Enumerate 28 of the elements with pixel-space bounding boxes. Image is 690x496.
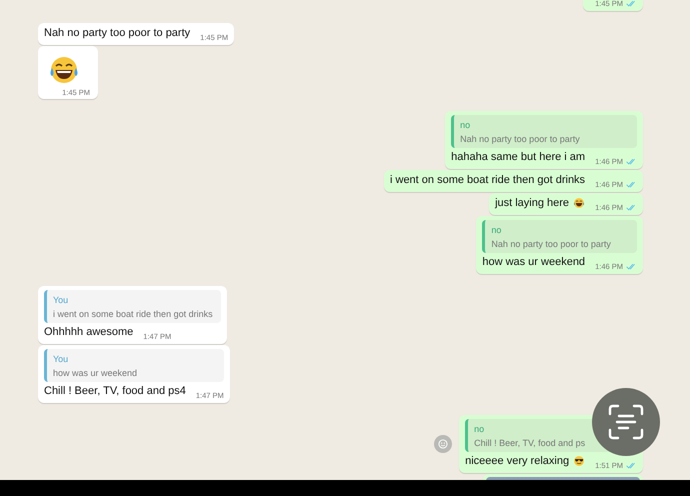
message-text: Chill ! Beer, TV, food and ps4 bbox=[44, 385, 186, 399]
quote-text: how was ur weekend bbox=[53, 368, 138, 378]
quote-text: Nah no party too poor to party bbox=[491, 239, 612, 249]
quote-author: You bbox=[53, 354, 70, 364]
message-text: hahaha same but here i am bbox=[451, 151, 586, 165]
message-text: i went on some boat ride then got drinks bbox=[390, 174, 586, 188]
message-text: just laying here bbox=[495, 197, 570, 211]
message-text: how was ur weekend bbox=[482, 256, 586, 270]
quoted-message[interactable]: no Nah no party too poor to party bbox=[451, 115, 637, 148]
quoted-message[interactable]: You how was ur weekend bbox=[44, 349, 224, 382]
smiley-icon bbox=[438, 439, 448, 449]
laughing-face-icon bbox=[48, 54, 80, 86]
laughing-face-icon bbox=[573, 197, 586, 209]
message-text: niceeee very relaxing bbox=[465, 455, 570, 469]
quote-text: i went on some boat ride then got drinks bbox=[53, 309, 213, 319]
message-text: Ohhhhh awesome bbox=[44, 326, 134, 340]
quoted-message[interactable]: You i went on some boat ride then got drinks bbox=[44, 290, 221, 323]
sunglasses-face-icon bbox=[573, 455, 586, 467]
quote-author: no bbox=[474, 424, 486, 434]
quote-text: Chill ! Beer, TV, food and ps bbox=[474, 438, 586, 448]
quote-author: no bbox=[460, 120, 472, 130]
quote-author: no bbox=[491, 225, 502, 235]
quote-author: You bbox=[53, 295, 70, 305]
message-text: Nah no party too poor to party bbox=[44, 27, 190, 41]
quote-text: Nah no party too poor to party bbox=[460, 134, 581, 144]
quoted-message[interactable]: no Nah no party too poor to party bbox=[482, 220, 637, 253]
emoji-reaction-button[interactable] bbox=[434, 435, 452, 453]
scan-text-icon bbox=[606, 402, 646, 442]
